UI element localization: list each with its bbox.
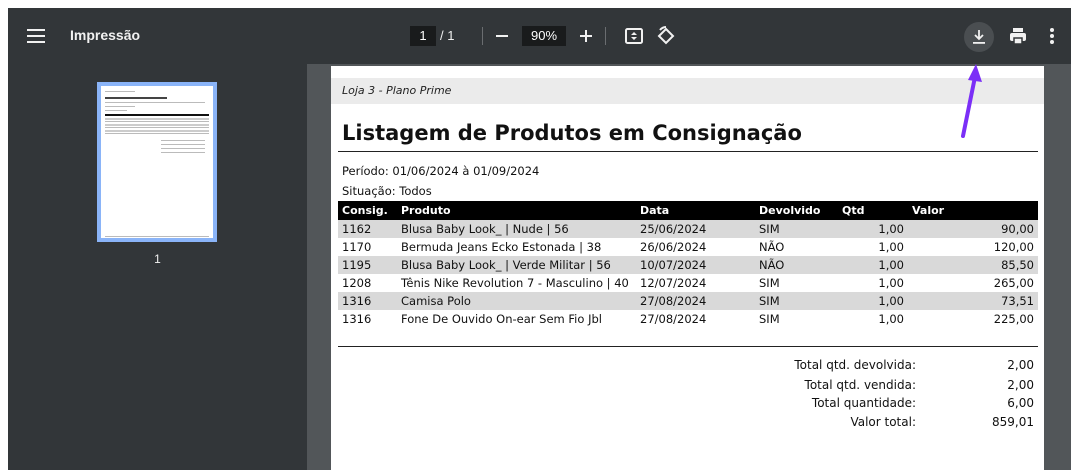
total-label: Total qtd. vendida: bbox=[804, 378, 916, 392]
more-vert-icon[interactable] bbox=[1040, 24, 1064, 48]
page-number-input[interactable]: 1 bbox=[410, 26, 436, 46]
column-header: Qtd bbox=[838, 201, 908, 220]
total-value: 2,00 bbox=[1007, 378, 1034, 392]
table-row: 1316 Fone De Ouvido On-ear Sem Fio Jbl 27/… bbox=[338, 310, 1038, 328]
report-title: Listagem de Produtos em Consignação bbox=[342, 121, 802, 145]
total-label: Valor total: bbox=[850, 415, 916, 429]
download-button[interactable] bbox=[964, 22, 994, 52]
cell: 1,00 bbox=[878, 276, 904, 290]
toolbar-divider bbox=[482, 27, 483, 45]
column-header: Consig. bbox=[338, 201, 397, 220]
cell: 265,00 bbox=[993, 276, 1034, 290]
cell: 1,00 bbox=[838, 256, 908, 274]
total-value: 6,00 bbox=[1007, 396, 1034, 410]
total-value: 859,01 bbox=[992, 415, 1034, 429]
cell: SIM bbox=[759, 276, 780, 290]
cell: 1208 bbox=[342, 276, 372, 290]
cell: 1162 bbox=[338, 220, 397, 238]
zoom-level-input[interactable]: 90% bbox=[522, 26, 566, 46]
cell: SIM bbox=[759, 312, 780, 326]
zoom-in-icon[interactable] bbox=[574, 24, 598, 48]
cell: 10/07/2024 bbox=[636, 256, 755, 274]
thumbnail-page-number: 1 bbox=[154, 252, 161, 266]
cell: 85,50 bbox=[908, 256, 1038, 274]
table-row: 1170 Bermuda Jeans Ecko Estonada | 38 26/0… bbox=[338, 238, 1038, 256]
cell: SIM bbox=[755, 220, 838, 238]
cell: 120,00 bbox=[993, 240, 1034, 254]
cell: SIM bbox=[755, 292, 838, 310]
table-header-row: Consig. Produto Data Devolvido Qtd Valor bbox=[338, 201, 1038, 220]
cell: 1170 bbox=[342, 240, 372, 254]
column-header: Devolvido bbox=[755, 201, 838, 220]
divider bbox=[338, 346, 1038, 347]
cell: Fone De Ouvido On-ear Sem Fio Jbl bbox=[401, 312, 602, 326]
column-header: Valor bbox=[908, 201, 1038, 220]
download-icon bbox=[973, 30, 985, 44]
page-thumbnail[interactable] bbox=[97, 82, 217, 242]
table-row: 1162 Blusa Baby Look_ | Nude | 56 25/06/20… bbox=[338, 220, 1038, 238]
viewer-toolbar: Impressão 1 / 1 90% bbox=[8, 8, 1071, 64]
pdf-viewer: Impressão 1 / 1 90% 1 Loja 3 - Plano Pri… bbox=[8, 8, 1071, 470]
toolbar-divider bbox=[605, 27, 606, 45]
cell: 73,51 bbox=[908, 292, 1038, 310]
total-value: 2,00 bbox=[1007, 358, 1034, 372]
report-period: Período: 01/06/2024 à 01/09/2024 bbox=[342, 164, 540, 178]
table-row: 1208 Tênis Nike Revolution 7 - Masculino … bbox=[338, 274, 1038, 292]
cell: 25/06/2024 bbox=[636, 220, 755, 238]
table-row: 1316 Camisa Polo 27/08/2024 SIM 1,00 73,51 bbox=[338, 292, 1038, 310]
column-header: Data bbox=[636, 201, 755, 220]
total-label: Total quantidade: bbox=[811, 396, 916, 410]
rotate-icon[interactable] bbox=[654, 24, 678, 48]
cell: 27/08/2024 bbox=[636, 292, 755, 310]
products-table: Consig. Produto Data Devolvido Qtd Valor… bbox=[338, 201, 1038, 328]
table-row: 1195 Blusa Baby Look_ | Verde Militar | 5… bbox=[338, 256, 1038, 274]
cell: 27/08/2024 bbox=[640, 312, 707, 326]
cell: 1,00 bbox=[878, 240, 904, 254]
document-title: Impressão bbox=[70, 27, 141, 43]
cell: NÃO bbox=[755, 256, 838, 274]
thumbnail-sidebar: 1 bbox=[8, 64, 307, 470]
cell: 1,00 bbox=[838, 292, 908, 310]
cell: 1,00 bbox=[878, 312, 904, 326]
document-page: Loja 3 - Plano Prime Listagem de Produto… bbox=[331, 66, 1044, 470]
divider bbox=[338, 151, 1038, 152]
cell: Camisa Polo bbox=[397, 292, 636, 310]
cell: Blusa Baby Look_ | Nude | 56 bbox=[397, 220, 636, 238]
cell: 1316 bbox=[338, 292, 397, 310]
report-situation: Situação: Todos bbox=[342, 184, 432, 198]
cell: 1316 bbox=[342, 312, 372, 326]
zoom-out-icon[interactable] bbox=[490, 24, 514, 48]
cell: 12/07/2024 bbox=[640, 276, 707, 290]
cell: Blusa Baby Look_ | Verde Militar | 56 bbox=[397, 256, 636, 274]
print-icon[interactable] bbox=[1006, 24, 1030, 48]
cell: Bermuda Jeans Ecko Estonada | 38 bbox=[401, 240, 602, 254]
cell: 1,00 bbox=[838, 220, 908, 238]
page-total: / 1 bbox=[440, 28, 455, 43]
store-header: Loja 3 - Plano Prime bbox=[331, 78, 1044, 104]
cell: NÃO bbox=[759, 240, 785, 254]
cell: Tênis Nike Revolution 7 - Masculino | 40 bbox=[401, 276, 629, 290]
store-name: Loja 3 - Plano Prime bbox=[342, 84, 452, 97]
menu-icon[interactable] bbox=[24, 24, 48, 48]
cell: 225,00 bbox=[993, 312, 1034, 326]
cell: 1195 bbox=[338, 256, 397, 274]
total-label: Total qtd. devolvida: bbox=[794, 358, 916, 372]
cell: 90,00 bbox=[908, 220, 1038, 238]
cell: 26/06/2024 bbox=[640, 240, 707, 254]
column-header: Produto bbox=[397, 201, 636, 220]
fit-page-icon[interactable] bbox=[622, 24, 646, 48]
